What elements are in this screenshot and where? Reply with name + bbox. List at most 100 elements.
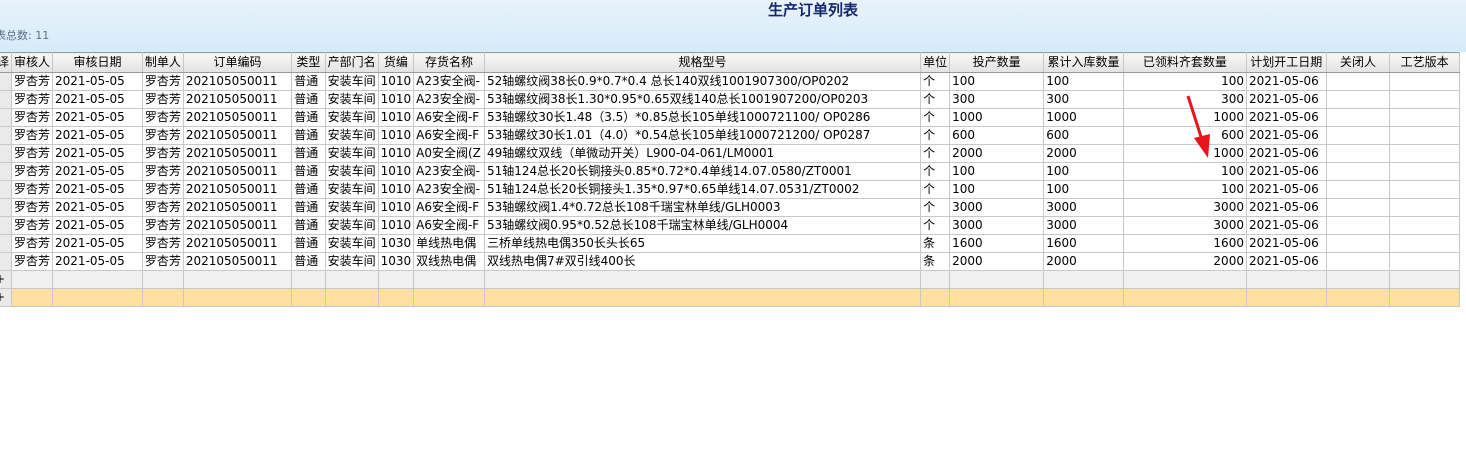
empty-cell[interactable] — [1325, 270, 1391, 289]
cell-stored-qty[interactable]: 3000 — [1043, 216, 1124, 235]
cell-closer[interactable] — [1325, 144, 1391, 163]
col-header-picked-qty[interactable]: 已领料齐套数量 — [1122, 52, 1247, 73]
cell-item-name[interactable]: 单线热电偶 — [413, 234, 485, 253]
cell-type[interactable]: 普通 — [291, 198, 326, 217]
cell-unit[interactable]: 条 — [920, 234, 951, 253]
cell-process-version[interactable] — [1389, 162, 1460, 181]
cell-picked-qty[interactable]: 2000 — [1122, 252, 1247, 271]
col-header-audit-date[interactable]: 审核日期 — [52, 52, 143, 73]
table-row[interactable]: 罗杏芳 2021-05-05 罗杏芳 202105050011 普通 安装车间 1010 A2… — [0, 90, 1460, 109]
table-row[interactable]: 罗杏芳 2021-05-05 罗杏芳 202105050011 普通 安装车间 1010 A2… — [0, 162, 1460, 181]
empty-cell[interactable] — [377, 270, 415, 289]
col-header-plan-start[interactable]: 计划开工日期 — [1245, 52, 1327, 73]
cell-item-code[interactable]: 1010 — [377, 90, 415, 109]
cell-department[interactable]: 安装车间 — [324, 126, 379, 145]
cell-production-qty[interactable]: 100 — [949, 162, 1045, 181]
col-header-production-qty[interactable]: 投产数量 — [949, 52, 1045, 73]
cell-unit[interactable]: 个 — [920, 162, 951, 181]
cell-plan-start[interactable]: 2021-05-06 — [1245, 108, 1327, 127]
table-row[interactable]: 罗杏芳 2021-05-05 罗杏芳 202105050011 普通 安装车间 1010 A6… — [0, 108, 1460, 127]
cell-auditor[interactable]: 罗杏芳 — [11, 180, 54, 199]
cell-department[interactable]: 安装车间 — [324, 252, 379, 271]
table-row[interactable]: 罗杏芳 2021-05-05 罗杏芳 202105050011 普通 安装车间 1010 A6… — [0, 198, 1460, 217]
cell-unit[interactable]: 个 — [920, 198, 951, 217]
cell-production-qty[interactable]: 1000 — [949, 108, 1045, 127]
cell-auditor[interactable]: 罗杏芳 — [11, 216, 54, 235]
row-selector[interactable] — [0, 90, 13, 109]
col-header-order-code[interactable]: 订单编码 — [182, 52, 293, 73]
cell-type[interactable]: 普通 — [291, 216, 326, 235]
cell-creator[interactable]: 罗杏芳 — [141, 198, 184, 217]
cell-plan-start[interactable]: 2021-05-06 — [1245, 72, 1327, 91]
col-header-stored-qty[interactable]: 累计入库数量 — [1043, 52, 1124, 73]
cell-closer[interactable] — [1325, 162, 1391, 181]
cell-production-qty[interactable]: 3000 — [949, 198, 1045, 217]
row-selector[interactable] — [0, 252, 13, 271]
cell-closer[interactable] — [1325, 198, 1391, 217]
row-selector[interactable] — [0, 108, 13, 127]
cell-spec[interactable]: 51轴124总长20长铜接头1.35*0.97*0.65单线14.07.0531… — [483, 180, 922, 199]
cell-unit[interactable]: 个 — [920, 126, 951, 145]
cell-stored-qty[interactable]: 2000 — [1043, 144, 1124, 163]
cell-department[interactable]: 安装车间 — [324, 216, 379, 235]
cell-plan-start[interactable]: 2021-05-06 — [1245, 234, 1327, 253]
cell-department[interactable]: 安装车间 — [324, 180, 379, 199]
cell-closer[interactable] — [1325, 72, 1391, 91]
empty-cell[interactable] — [324, 270, 379, 289]
cell-stored-qty[interactable]: 2000 — [1043, 252, 1124, 271]
cell-spec[interactable]: 53轴螺纹阀0.95*0.52总长108千瑞宝林单线/GLH0004 — [483, 216, 922, 235]
cell-process-version[interactable] — [1389, 108, 1460, 127]
cell-creator[interactable]: 罗杏芳 — [141, 216, 184, 235]
cell-plan-start[interactable]: 2021-05-06 — [1245, 198, 1327, 217]
cell-audit-date[interactable]: 2021-05-05 — [52, 90, 143, 109]
cell-stored-qty[interactable]: 100 — [1043, 180, 1124, 199]
cell-audit-date[interactable]: 2021-05-05 — [52, 216, 143, 235]
empty-cell[interactable] — [413, 270, 485, 289]
cell-order-code[interactable]: 202105050011 — [182, 198, 293, 217]
cell-type[interactable]: 普通 — [291, 72, 326, 91]
cell-production-qty[interactable]: 3000 — [949, 216, 1045, 235]
cell-item-code[interactable]: 1010 — [377, 180, 415, 199]
cell-item-code[interactable]: 1030 — [377, 234, 415, 253]
cell-creator[interactable]: 罗杏芳 — [141, 72, 184, 91]
cell-spec[interactable]: 53轴螺纹30长1.01（4.0）*0.54总长105单线1000721200/… — [483, 126, 922, 145]
cell-closer[interactable] — [1325, 252, 1391, 271]
cell-creator[interactable]: 罗杏芳 — [141, 162, 184, 181]
cell-stored-qty[interactable]: 1000 — [1043, 108, 1124, 127]
empty-cell[interactable] — [1245, 270, 1327, 289]
col-header-item-code[interactable]: 货编 — [377, 52, 415, 73]
cell-auditor[interactable]: 罗杏芳 — [11, 72, 54, 91]
cell-order-code[interactable]: 202105050011 — [182, 234, 293, 253]
cell-spec[interactable]: 49轴螺纹双线（单微动开关）L900-04-061/LM0001 — [483, 144, 922, 163]
cell-picked-qty[interactable]: 100 — [1122, 72, 1247, 91]
row-selector[interactable] — [0, 72, 13, 91]
cell-creator[interactable]: 罗杏芳 — [141, 126, 184, 145]
cell-stored-qty[interactable]: 1600 — [1043, 234, 1124, 253]
cell-item-name[interactable]: A6安全阀-F — [413, 126, 485, 145]
cell-picked-qty[interactable]: 100 — [1122, 162, 1247, 181]
cell-department[interactable]: 安装车间 — [324, 198, 379, 217]
cell-spec[interactable]: 53轴螺纹阀1.4*0.72总长108千瑞宝林单线/GLH0003 — [483, 198, 922, 217]
col-header-department[interactable]: 产部门名 — [324, 52, 379, 73]
row-selector[interactable] — [0, 216, 13, 235]
cell-audit-date[interactable]: 2021-05-05 — [52, 198, 143, 217]
cell-production-qty[interactable]: 1600 — [949, 234, 1045, 253]
row-selector[interactable] — [0, 234, 13, 253]
cell-order-code[interactable]: 202105050011 — [182, 108, 293, 127]
cell-item-code[interactable]: 1010 — [377, 126, 415, 145]
col-header-auditor[interactable]: 审核人 — [11, 52, 54, 73]
empty-cell[interactable] — [291, 270, 326, 289]
empty-cell[interactable] — [141, 270, 184, 289]
cell-picked-qty[interactable]: 3000 — [1122, 198, 1247, 217]
cell-auditor[interactable]: 罗杏芳 — [11, 90, 54, 109]
empty-cell[interactable] — [483, 270, 922, 289]
col-header-select[interactable]: 译 — [0, 52, 13, 73]
cell-creator[interactable]: 罗杏芳 — [141, 144, 184, 163]
cell-stored-qty[interactable]: 600 — [1043, 126, 1124, 145]
cell-plan-start[interactable]: 2021-05-06 — [1245, 144, 1327, 163]
cell-order-code[interactable]: 202105050011 — [182, 162, 293, 181]
cell-type[interactable]: 普通 — [291, 90, 326, 109]
empty-cell[interactable] — [949, 270, 1045, 289]
cell-production-qty[interactable]: 100 — [949, 180, 1045, 199]
cell-item-name[interactable]: A23安全阀- — [413, 90, 485, 109]
